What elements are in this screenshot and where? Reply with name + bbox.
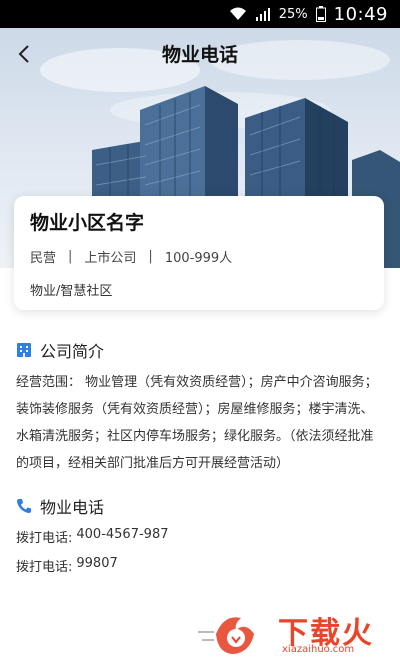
page-title: 物业电话	[161, 44, 238, 66]
phone-label: 拨打电话:	[16, 531, 73, 546]
intro-section-header: 公司简介	[16, 338, 104, 362]
phone-icon	[17, 499, 31, 513]
meta-divider: |	[148, 249, 153, 264]
battery-percent: 25%	[278, 6, 308, 22]
building-icon	[17, 343, 31, 357]
status-bar: 25% 10:49	[0, 0, 400, 28]
nav-bar: 物业电话	[0, 28, 400, 80]
phone-section-title: 物业电话	[40, 498, 105, 517]
phone-row[interactable]: 拨打电话: 99807	[16, 556, 118, 575]
company-industry: 物业/智慧社区	[30, 284, 113, 299]
clock: 10:49	[333, 3, 388, 25]
watermark-url: xiazaihuo.com	[282, 644, 355, 655]
phone-number[interactable]: 99807	[76, 556, 117, 575]
company-name: 物业小区名字	[30, 212, 145, 234]
flame-logo-icon	[198, 617, 254, 654]
battery-icon	[315, 6, 326, 22]
wifi-icon	[229, 7, 247, 21]
company-card: 物业小区名字 民营 | 上市公司 | 100-999人 物业/智慧社区	[14, 196, 384, 310]
phone-row[interactable]: 拨打电话: 400-4567-987	[16, 527, 168, 546]
meta-divider: |	[68, 249, 73, 264]
intro-section-title: 公司简介	[40, 342, 105, 361]
phone-section-header: 物业电话	[16, 494, 104, 518]
signal-icon	[255, 7, 271, 21]
company-meta: 民营 | 上市公司 | 100-999人	[30, 247, 368, 266]
phone-number[interactable]: 400-4567-987	[76, 527, 168, 546]
company-size: 100-999人	[164, 251, 233, 266]
ownership-type: 民营	[30, 251, 57, 266]
phone-label: 拨打电话:	[16, 560, 73, 575]
company-intro-text: 经营范围： 物业管理（凭有效资质经营）；房产中介咨询服务；装饰装修服务（凭有效资…	[16, 375, 378, 471]
listing-status: 上市公司	[84, 251, 137, 266]
watermark-logo: 下载火 xiazaihuo.com	[196, 604, 392, 660]
